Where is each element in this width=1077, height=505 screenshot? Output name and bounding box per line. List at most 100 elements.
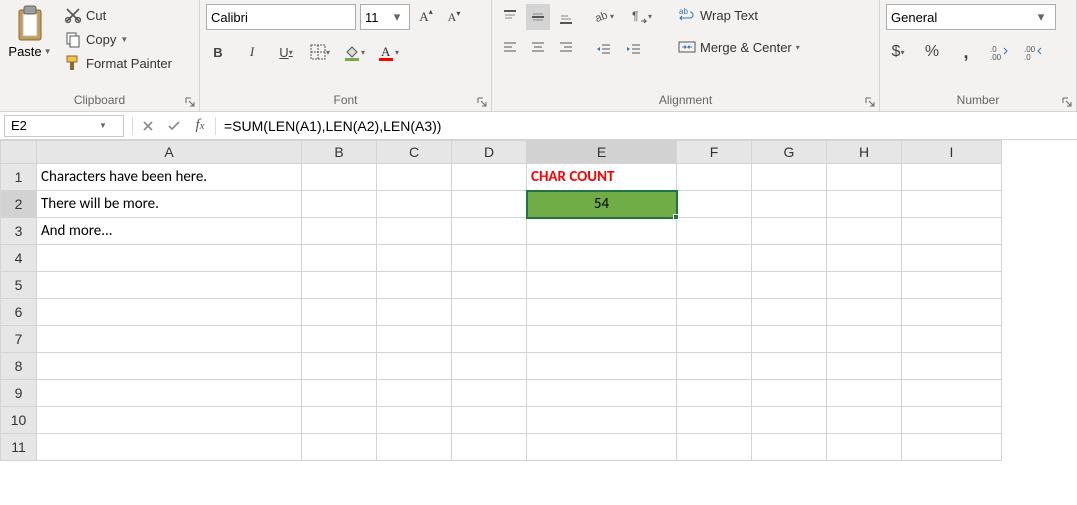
cell-E8[interactable] — [527, 353, 677, 380]
formula-input[interactable] — [218, 112, 1077, 139]
decrease-decimal-button[interactable]: .00.0 — [1022, 40, 1046, 64]
cell-A9[interactable] — [37, 380, 302, 407]
worksheet-grid[interactable]: ABCDEFGHI1Characters have been here.CHAR… — [0, 140, 1077, 461]
row-header-8[interactable]: 8 — [1, 353, 37, 380]
column-header-D[interactable]: D — [452, 141, 527, 164]
cell-H2[interactable] — [827, 191, 902, 218]
cell-D8[interactable] — [452, 353, 527, 380]
cell-H4[interactable] — [827, 245, 902, 272]
cell-B6[interactable] — [302, 299, 377, 326]
cell-D11[interactable] — [452, 434, 527, 461]
select-all-corner[interactable] — [1, 141, 37, 164]
cell-I8[interactable] — [902, 353, 1002, 380]
cell-F10[interactable] — [677, 407, 752, 434]
cell-I7[interactable] — [902, 326, 1002, 353]
cell-F6[interactable] — [677, 299, 752, 326]
cell-A8[interactable] — [37, 353, 302, 380]
cell-C1[interactable] — [377, 164, 452, 191]
cell-D4[interactable] — [452, 245, 527, 272]
fill-handle[interactable] — [673, 214, 679, 220]
cell-A1[interactable]: Characters have been here. — [37, 164, 302, 191]
row-header-5[interactable]: 5 — [1, 272, 37, 299]
cell-B3[interactable] — [302, 218, 377, 245]
cell-E2[interactable]: 54 — [527, 191, 677, 218]
cell-C10[interactable] — [377, 407, 452, 434]
cell-F3[interactable] — [677, 218, 752, 245]
font-launcher[interactable] — [475, 95, 489, 109]
number-format-combo[interactable]: ▾ — [886, 4, 1056, 30]
merge-center-button[interactable]: Merge & Center ▾ — [674, 36, 804, 58]
cell-I5[interactable] — [902, 272, 1002, 299]
cell-D9[interactable] — [452, 380, 527, 407]
row-header-11[interactable]: 11 — [1, 434, 37, 461]
decrease-indent-button[interactable] — [592, 38, 616, 62]
alignment-launcher[interactable] — [863, 95, 877, 109]
cell-A7[interactable] — [37, 326, 302, 353]
increase-decimal-button[interactable]: .0.00 — [988, 40, 1012, 64]
font-size-input[interactable] — [361, 10, 389, 25]
cell-E1[interactable]: CHAR COUNT — [527, 164, 677, 191]
name-box-input[interactable] — [5, 118, 95, 133]
cell-F4[interactable] — [677, 245, 752, 272]
cell-E6[interactable] — [527, 299, 677, 326]
number-launcher[interactable] — [1060, 95, 1074, 109]
cell-E11[interactable] — [527, 434, 677, 461]
row-header-3[interactable]: 3 — [1, 218, 37, 245]
borders-button[interactable]: ▾ — [308, 40, 332, 64]
row-header-1[interactable]: 1 — [1, 164, 37, 191]
column-header-G[interactable]: G — [752, 141, 827, 164]
chevron-down-icon[interactable]: ▾ — [1033, 9, 1049, 25]
cell-E10[interactable] — [527, 407, 677, 434]
cell-A10[interactable] — [37, 407, 302, 434]
cell-B9[interactable] — [302, 380, 377, 407]
cell-E9[interactable] — [527, 380, 677, 407]
chevron-down-icon[interactable]: ▾ — [389, 9, 405, 25]
paste-button[interactable]: Paste ▼ — [6, 4, 54, 59]
cell-E3[interactable] — [527, 218, 677, 245]
cell-B4[interactable] — [302, 245, 377, 272]
font-name-combo[interactable]: ▾ — [206, 4, 356, 30]
name-box[interactable]: ▼ — [4, 115, 124, 137]
cell-I9[interactable] — [902, 380, 1002, 407]
cell-C9[interactable] — [377, 380, 452, 407]
column-header-H[interactable]: H — [827, 141, 902, 164]
enter-formula-button[interactable] — [161, 115, 187, 137]
align-bottom-button[interactable] — [554, 4, 578, 30]
underline-button[interactable]: U▾ — [274, 40, 298, 64]
increase-indent-button[interactable] — [622, 38, 646, 62]
cell-I11[interactable] — [902, 434, 1002, 461]
cell-F2[interactable] — [677, 191, 752, 218]
cut-button[interactable]: Cut — [60, 4, 176, 26]
align-right-button[interactable] — [554, 34, 578, 60]
cell-B10[interactable] — [302, 407, 377, 434]
cell-F7[interactable] — [677, 326, 752, 353]
cell-H7[interactable] — [827, 326, 902, 353]
chevron-down-icon[interactable]: ▼ — [95, 121, 111, 130]
align-left-button[interactable] — [498, 34, 522, 60]
align-middle-button[interactable] — [526, 4, 550, 30]
cell-C7[interactable] — [377, 326, 452, 353]
cell-C11[interactable] — [377, 434, 452, 461]
row-header-6[interactable]: 6 — [1, 299, 37, 326]
cell-I10[interactable] — [902, 407, 1002, 434]
cell-C3[interactable] — [377, 218, 452, 245]
cell-B7[interactable] — [302, 326, 377, 353]
row-header-10[interactable]: 10 — [1, 407, 37, 434]
cell-C8[interactable] — [377, 353, 452, 380]
format-painter-button[interactable]: Format Painter — [60, 52, 176, 74]
column-header-A[interactable]: A — [37, 141, 302, 164]
column-header-F[interactable]: F — [677, 141, 752, 164]
cell-F8[interactable] — [677, 353, 752, 380]
cell-G5[interactable] — [752, 272, 827, 299]
cell-D7[interactable] — [452, 326, 527, 353]
cell-F1[interactable] — [677, 164, 752, 191]
cell-H1[interactable] — [827, 164, 902, 191]
cell-A6[interactable] — [37, 299, 302, 326]
orientation-button[interactable]: ab▾ — [592, 4, 616, 28]
cell-D3[interactable] — [452, 218, 527, 245]
cell-E5[interactable] — [527, 272, 677, 299]
cell-F11[interactable] — [677, 434, 752, 461]
cell-D6[interactable] — [452, 299, 527, 326]
column-header-E[interactable]: E — [527, 141, 677, 164]
font-color-button[interactable]: A▾ — [376, 40, 400, 64]
